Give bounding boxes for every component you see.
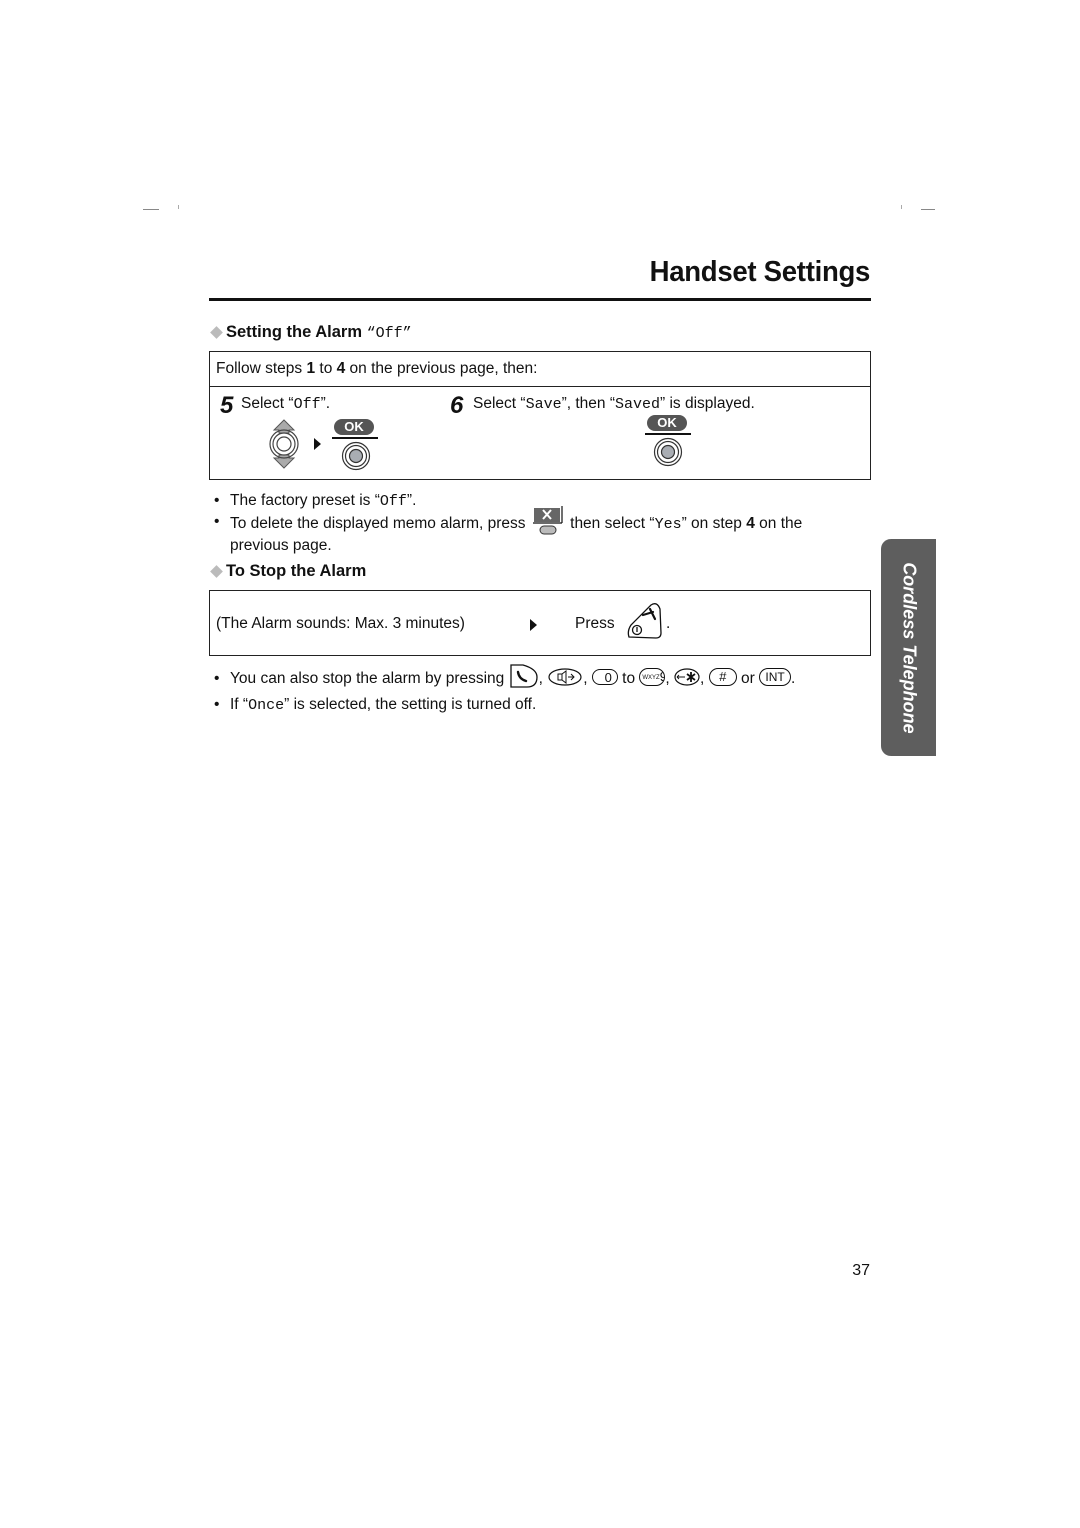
- star-key-icon: [674, 668, 700, 687]
- ok-button: OK: [647, 415, 687, 431]
- key-9: WXYZ9: [639, 668, 666, 687]
- notes-list: The factory preset is “Off”. To delete t…: [214, 491, 864, 556]
- ok-divider: [645, 433, 691, 435]
- step-number: 6: [450, 392, 464, 419]
- note-item: If “Once” is selected, the setting is tu…: [214, 692, 874, 719]
- section-heading-stop-alarm: To Stop the Alarm: [209, 562, 366, 581]
- diamond-bullet-icon: [210, 564, 223, 578]
- press-label: Press: [575, 615, 615, 632]
- stop-notes-list: You can also stop the alarm by pressing …: [214, 664, 874, 719]
- arrow-right-icon: [314, 438, 321, 450]
- key-hash: #: [708, 668, 737, 687]
- step-instruction: Select “Save”, then “Saved” is displayed…: [473, 395, 755, 413]
- heading-value: “Off”: [366, 325, 412, 342]
- navigator-up-down-icon: [269, 419, 299, 469]
- press-suffix: .: [666, 615, 671, 632]
- steps-box: Follow steps 1 to 4 on the previous page…: [209, 351, 871, 480]
- crop-mark: [921, 209, 935, 210]
- intro-text: Follow steps: [216, 360, 307, 377]
- crop-mark: [143, 209, 159, 210]
- heading-text: To Stop the Alarm: [226, 562, 367, 580]
- intro-text: to: [315, 360, 337, 377]
- title-rule: [209, 298, 871, 301]
- speaker-key-icon: [548, 668, 582, 686]
- select-button-icon: [653, 437, 683, 467]
- clear-key-icon: [532, 506, 563, 535]
- section-heading-setting-off: Setting the Alarm “Off”: [209, 323, 412, 342]
- side-tab-label: Cordless Telephone: [899, 561, 919, 734]
- off-hook-power-key-icon: [627, 603, 662, 639]
- heading-text: Setting the Alarm: [226, 323, 367, 341]
- crop-mark: [901, 205, 902, 209]
- intro-step-start: 1: [306, 360, 316, 377]
- alarm-condition: (The Alarm sounds: Max. 3 minutes): [216, 615, 465, 632]
- intro-text: on the previous page, then:: [345, 360, 538, 377]
- step-instruction: Select “Off”.: [241, 395, 331, 413]
- page-title: Handset Settings: [649, 256, 871, 288]
- intro-row: Follow steps 1 to 4 on the previous page…: [210, 352, 870, 387]
- select-button-icon: [341, 441, 371, 471]
- step-number: 5: [220, 392, 234, 419]
- note-item: To delete the displayed memo alarm, pres…: [214, 506, 864, 556]
- talk-key-icon: [509, 664, 538, 688]
- crop-mark: [178, 205, 179, 209]
- key-int: INT: [759, 668, 792, 687]
- stop-alarm-box: (The Alarm sounds: Max. 3 minutes) Press…: [209, 590, 871, 656]
- ok-button: OK: [334, 419, 374, 435]
- side-tab: Cordless Telephone: [881, 539, 936, 756]
- intro-step-end: 4: [336, 360, 346, 377]
- page-number: 37: [852, 1262, 870, 1279]
- diamond-bullet-icon: [210, 325, 223, 339]
- arrow-right-icon: [530, 619, 537, 631]
- ok-divider: [332, 437, 378, 439]
- key-0: 0: [591, 669, 618, 686]
- note-item: You can also stop the alarm by pressing …: [214, 664, 874, 692]
